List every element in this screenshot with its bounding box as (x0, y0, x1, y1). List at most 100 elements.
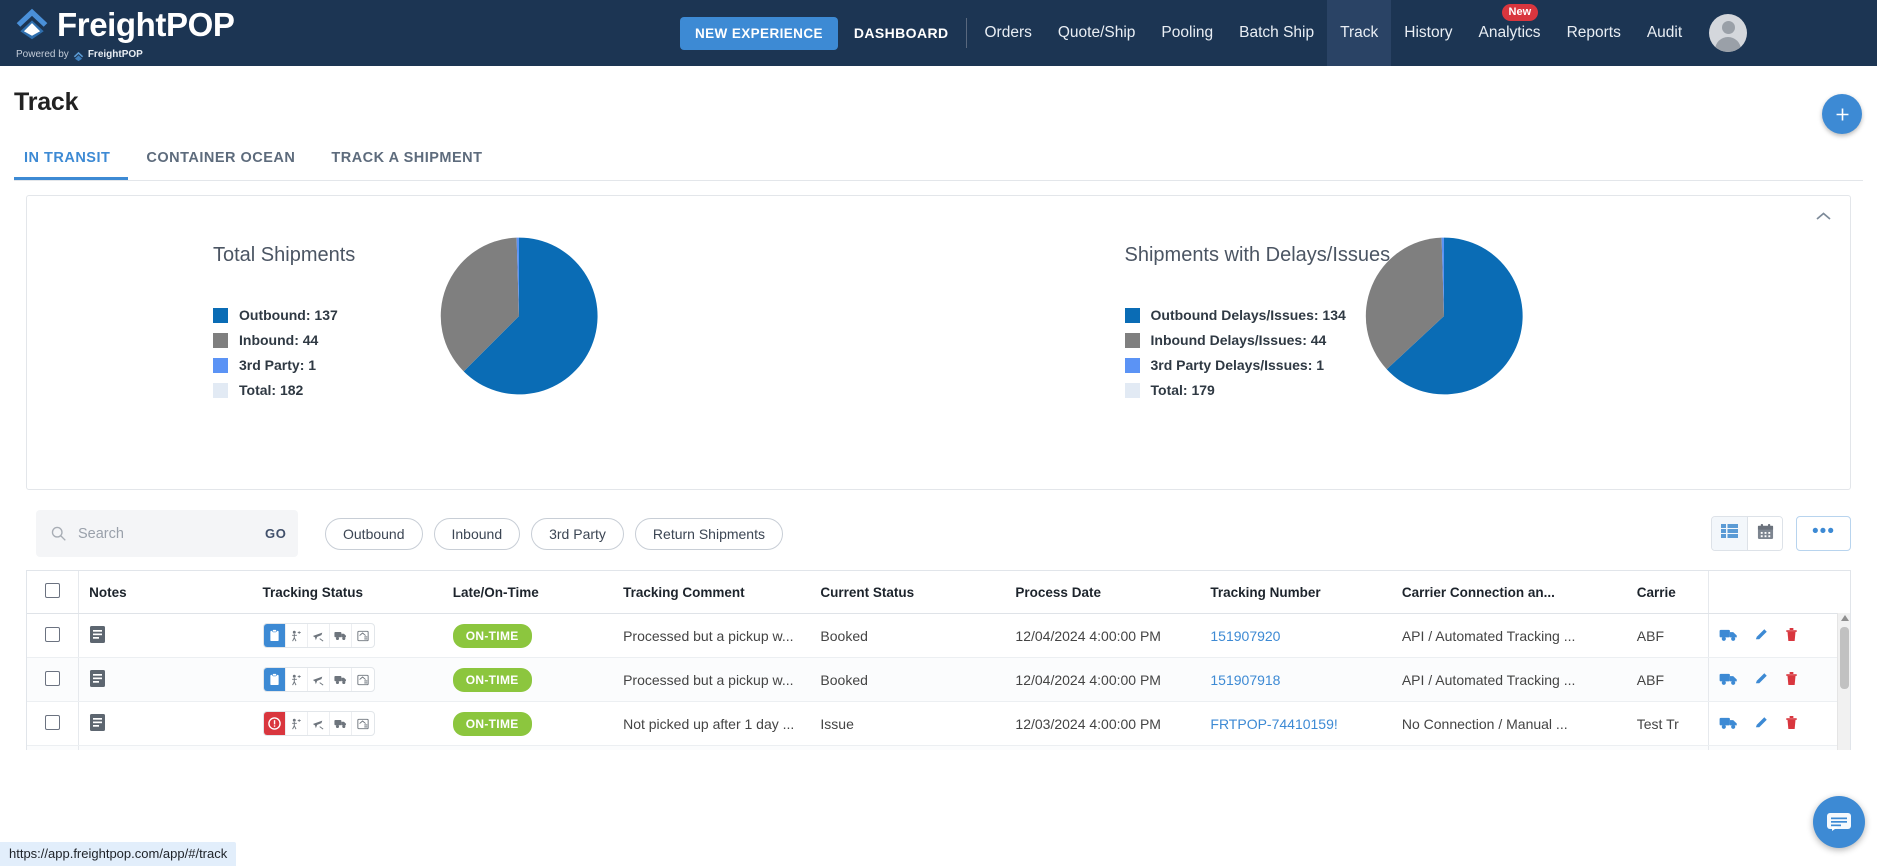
clipboard-icon[interactable] (264, 624, 286, 647)
select-all-checkbox[interactable] (45, 583, 60, 598)
pie-chart-total-shipments[interactable] (439, 236, 599, 401)
tracking-comment-cell: Processed but a pickup w... (613, 658, 810, 702)
col-carrier[interactable]: Carrie (1627, 571, 1709, 614)
table-row[interactable]: ON-TIME Processed but a pickup w... Book… (27, 614, 1850, 658)
tab-container-ocean[interactable]: CONTAINER OCEAN (128, 150, 313, 180)
row-checkbox[interactable] (45, 671, 60, 686)
col-carrier-connection[interactable]: Carrier Connection an... (1392, 571, 1627, 614)
collapse-chevron-up-icon[interactable] (1815, 208, 1832, 225)
legend-item[interactable]: 3rd Party: 1 (213, 357, 357, 373)
edit-pencil-icon[interactable] (1754, 715, 1769, 733)
nav-item-batch-ship[interactable]: Batch Ship (1226, 0, 1327, 66)
warehouse-delivery-icon[interactable] (352, 712, 374, 735)
track-truck-icon[interactable] (1719, 671, 1738, 689)
more-options-button[interactable]: ••• (1796, 516, 1851, 551)
nav-item-dashboard[interactable]: DASHBOARD (854, 25, 967, 41)
legend-item[interactable]: Inbound: 44 (213, 332, 357, 348)
nav-item-history[interactable]: History (1391, 0, 1465, 66)
delete-trash-icon[interactable] (1785, 715, 1798, 733)
nav-item-pooling[interactable]: Pooling (1148, 0, 1226, 66)
pie-chart-delays-issues[interactable] (1364, 236, 1524, 401)
legend-item[interactable]: 3rd Party Delays/Issues: 1 (1125, 357, 1269, 373)
search-input[interactable] (78, 526, 265, 542)
plane-icon[interactable] (308, 668, 330, 691)
delete-trash-icon[interactable] (1785, 671, 1798, 689)
track-truck-icon[interactable] (1719, 715, 1738, 733)
row-checkbox[interactable] (45, 627, 60, 642)
legend-item[interactable]: Total: 182 (213, 382, 357, 398)
legend-swatch-outbound-delays (1125, 308, 1140, 323)
tracking-number-link[interactable]: 151907918 (1210, 672, 1280, 688)
edit-pencil-icon[interactable] (1754, 627, 1769, 645)
truck-icon[interactable] (330, 668, 352, 691)
plane-icon[interactable] (308, 624, 330, 647)
table-row[interactable]: ON-TIME Not picked up after 1 day ... Is… (27, 746, 1850, 751)
notes-icon[interactable] (89, 631, 106, 647)
person-pickup-icon[interactable] (286, 624, 308, 647)
legend-item[interactable]: Inbound Delays/Issues: 44 (1125, 332, 1269, 348)
filter-chip-third-party[interactable]: 3rd Party (531, 518, 624, 550)
legend-swatch-third-party-delays (1125, 358, 1140, 373)
person-pickup-icon[interactable] (286, 712, 308, 735)
track-truck-icon[interactable] (1719, 627, 1738, 645)
powered-by-label: Powered by (16, 49, 69, 60)
list-view-button[interactable] (1712, 517, 1747, 550)
edit-pencil-icon[interactable] (1754, 671, 1769, 689)
calendar-view-button[interactable] (1747, 517, 1782, 550)
brand-logo-block[interactable]: FreightPOP Powered by FreightPOP (14, 6, 235, 60)
nav-item-analytics[interactable]: New Analytics (1466, 0, 1554, 66)
delete-trash-icon[interactable] (1785, 627, 1798, 645)
nav-item-quote-ship[interactable]: Quote/Ship (1045, 0, 1149, 66)
col-late-on-time[interactable]: Late/On-Time (443, 571, 613, 614)
nav-item-audit[interactable]: Audit (1634, 0, 1695, 66)
legend-item[interactable]: Outbound: 137 (213, 307, 357, 323)
tracking-number-link[interactable]: 151907920 (1210, 628, 1280, 644)
tracking-status-cell (253, 614, 443, 658)
alert-exclamation-icon[interactable] (264, 712, 286, 735)
col-tracking-number[interactable]: Tracking Number (1200, 571, 1391, 614)
col-tracking-status[interactable]: Tracking Status (253, 571, 443, 614)
tab-track-a-shipment[interactable]: TRACK A SHIPMENT (313, 150, 500, 180)
tab-in-transit[interactable]: IN TRANSIT (14, 150, 128, 180)
row-select-cell (27, 702, 79, 746)
new-experience-button[interactable]: NEW EXPERIENCE (680, 17, 838, 50)
table-row[interactable]: ON-TIME Processed but a pickup w... Book… (27, 658, 1850, 702)
row-actions-cell (1709, 702, 1850, 746)
nav-item-reports[interactable]: Reports (1554, 0, 1634, 66)
filter-chip-outbound[interactable]: Outbound (325, 518, 423, 550)
legend-item[interactable]: Outbound Delays/Issues: 134 (1125, 307, 1269, 323)
row-checkbox[interactable] (45, 715, 60, 730)
filter-chip-inbound[interactable]: Inbound (434, 518, 521, 550)
search-go-button[interactable]: GO (265, 526, 286, 541)
table-vertical-scrollbar[interactable] (1837, 613, 1850, 750)
add-shipment-button[interactable] (1822, 94, 1862, 134)
col-process-date[interactable]: Process Date (1005, 571, 1200, 614)
avatar[interactable] (1709, 14, 1747, 52)
tracking-number-link[interactable]: FRTPOP-74410159! (1210, 716, 1337, 732)
nav-item-label: Batch Ship (1239, 24, 1314, 41)
col-current-status[interactable]: Current Status (810, 571, 1005, 614)
scrollbar-thumb[interactable] (1840, 627, 1849, 689)
table-row[interactable]: ON-TIME Not picked up after 1 day ... Is… (27, 702, 1850, 746)
warehouse-delivery-icon[interactable] (352, 624, 374, 647)
scroll-up-arrow-icon[interactable] (1841, 615, 1849, 621)
person-pickup-icon[interactable] (286, 668, 308, 691)
nav-item-orders[interactable]: Orders (971, 0, 1044, 66)
notes-icon[interactable] (89, 719, 106, 735)
truck-icon[interactable] (330, 624, 352, 647)
truck-icon[interactable] (330, 712, 352, 735)
search-icon (50, 525, 67, 542)
plane-icon[interactable] (308, 712, 330, 735)
nav-item-track[interactable]: Track (1327, 0, 1391, 66)
notes-icon[interactable] (89, 675, 106, 691)
carrier-cell: ABF (1627, 746, 1709, 751)
clipboard-icon[interactable] (264, 668, 286, 691)
legend-item[interactable]: Total: 179 (1125, 382, 1269, 398)
warehouse-delivery-icon[interactable] (352, 668, 374, 691)
filter-chip-return-shipments[interactable]: Return Shipments (635, 518, 783, 550)
col-notes[interactable]: Notes (79, 571, 253, 614)
nav-item-label: Audit (1647, 24, 1682, 41)
chat-support-button[interactable] (1813, 796, 1865, 848)
search-box[interactable]: GO (36, 510, 298, 557)
col-tracking-comment[interactable]: Tracking Comment (613, 571, 810, 614)
